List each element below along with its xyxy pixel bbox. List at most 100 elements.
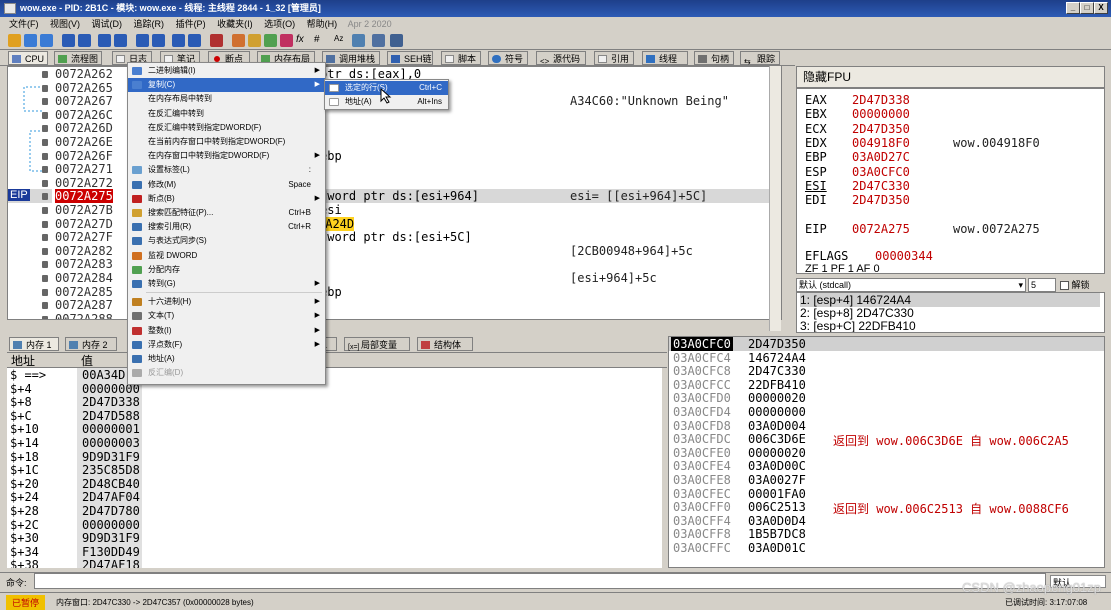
stack-value[interactable]: 03A0027F [748,473,806,487]
breakpoint-marker[interactable] [42,98,48,106]
context-menu-item[interactable]: 二进制编辑(I) ▶ [128,64,325,78]
dump-value[interactable]: 00000001 [82,422,140,436]
stack-row[interactable]: 03A0CFF8 1B5B7DC8 [669,527,1104,541]
dump-row[interactable]: $+14 00000003 [10,436,140,450]
dump-value[interactable]: 2D47D338 [82,395,140,409]
address-cell[interactable]: 0072A26D [55,121,113,135]
stack-pane[interactable]: 03A0CFC0 2D47D350 03A0CFC4 146724A4 03A0CFC8… [668,336,1105,568]
scylla-icon[interactable] [210,34,223,47]
trace-into-icon[interactable] [136,34,149,47]
unlock-checkbox[interactable]: 解锁 [1060,278,1090,292]
breakpoint-marker[interactable] [42,179,48,187]
stack-row[interactable]: 03A0CFE4 03A0D00C [669,459,1104,473]
breakpoint-marker[interactable] [42,152,48,160]
context-menu-item[interactable]: 在内存窗口中转到指定DWORD(F) ▶ [128,149,325,163]
menu-debug[interactable]: 调试(D) [92,19,123,29]
run-to-user-icon[interactable] [172,34,185,47]
patch-icon[interactable] [232,34,245,47]
trace-over-icon[interactable] [152,34,165,47]
address-cell[interactable]: 0072A265 [55,81,113,95]
dump-row[interactable]: $+1C 235C85D8 [10,463,140,477]
run-icon[interactable] [62,34,75,47]
stack-row[interactable]: 03A0CFFC 03A0D01C [669,541,1104,555]
register-row[interactable]: ESI 2D47C330 [797,179,1102,193]
register-value[interactable]: 03A0D27C [852,150,910,164]
breakpoint-marker[interactable] [42,193,48,201]
dump-value[interactable]: 2D47D588 [82,409,140,423]
stack-row[interactable]: 03A0CFF4 03A0D0D4 [669,514,1104,528]
register-row[interactable]: ECX 2D47D350 [797,122,1102,136]
comment-icon[interactable] [248,34,261,47]
tab-seh[interactable]: SEH链 [387,51,433,65]
breakpoint-marker[interactable] [42,234,48,242]
menu-trace[interactable]: 追踪(R) [134,19,165,29]
dump-row[interactable]: $+28 2D47D780 [10,504,140,518]
stack-value[interactable]: 03A0D01C [748,541,806,555]
tab-threads[interactable]: 线程 [642,51,688,65]
breakpoint-marker[interactable] [42,288,48,296]
hash-icon[interactable]: # [314,34,327,47]
menu-plugins[interactable]: 插件(P) [176,19,206,29]
instruction-text[interactable]: dword ptr ds:[esi+964] [320,189,479,203]
context-menu-item[interactable]: 搜索引用(R) Ctrl+R [128,220,325,234]
stack-value[interactable]: 006C3D6E [748,432,806,446]
stack-value[interactable]: 03A0D004 [748,419,806,433]
dump-row[interactable]: $+24 2D47AF04 [10,490,140,504]
dump-row[interactable]: $+8 2D47D338 [10,395,140,409]
dump-row[interactable]: $+C 2D47D588 [10,409,140,423]
tab-dump-1[interactable]: 内存 1 [9,337,59,351]
register-value[interactable]: 00000000 [852,107,910,121]
context-menu-item[interactable]: 分配内存 [128,263,325,277]
context-menu-item[interactable]: 在内存布局中转到 [128,92,325,106]
stack-row[interactable]: 03A0CFCC 22DFB410 [669,378,1104,392]
dump-row[interactable]: $+4 00000000 [10,382,140,396]
register-row[interactable]: EAX 2D47D338 [797,93,1102,107]
breakpoint-marker[interactable] [42,220,48,228]
stack-row[interactable]: 03A0CFC8 2D47C330 [669,364,1104,378]
dump-value[interactable]: 00000000 [82,518,140,532]
function-icon[interactable]: fx [296,34,309,47]
stack-value[interactable]: 2D47D350 [748,337,806,351]
stack-value[interactable]: 1B5B7DC8 [748,527,806,541]
address-cell[interactable]: 0072A27D [55,217,113,231]
stack-row[interactable]: 03A0CFC4 146724A4 [669,351,1104,365]
dump-value[interactable]: F130DD49 [82,545,140,559]
address-cell[interactable]: 0072A262 [55,67,113,81]
address-cell[interactable]: 0072A287 [55,298,113,312]
dump-value[interactable]: 2D47D780 [82,504,140,518]
context-menu-item[interactable]: 在反汇编中转到 [128,107,325,121]
context-menu-item[interactable]: 与表达式同步(S) [128,234,325,248]
breakpoint-marker[interactable] [42,275,48,282]
dump-row[interactable]: $+10 00000001 [10,422,140,436]
label-icon[interactable] [264,34,277,47]
tab-struct[interactable]: 结构体 [417,337,473,351]
menu-help[interactable]: 帮助(H) [307,19,338,29]
breakpoint-marker[interactable] [42,166,48,174]
dump-row[interactable]: $+2C 00000000 [10,518,140,532]
step-into-icon[interactable] [98,34,111,47]
breakpoint-marker[interactable] [42,111,48,119]
close-button[interactable]: X [1094,2,1108,14]
dump-row[interactable]: $+34 F130DD49 [10,545,140,559]
context-menu-item[interactable]: 浮点数(F) ▶ [128,338,325,352]
bookmark-icon[interactable] [280,34,293,47]
tab-script[interactable]: 脚本 [441,51,481,65]
register-value[interactable]: 00000344 [875,249,933,263]
address-cell[interactable]: 0072A27F [55,230,113,244]
stack-value[interactable]: 006C2513 [748,500,806,514]
run-to-return-icon[interactable] [188,34,201,47]
context-menu-item[interactable]: 设置标签(L): [128,163,325,177]
dump-value[interactable]: 9D9D31F9 [82,531,140,545]
dump-value[interactable]: 235C85D8 [82,463,140,477]
tab-trace[interactable]: ⇆ 跟踪 [740,51,780,66]
breakpoint-marker[interactable] [42,139,48,146]
address-cell[interactable]: 0072A26F [55,149,113,163]
dump-row[interactable]: $+20 2D48CB40 [10,477,140,491]
notes-icon[interactable] [372,34,385,47]
register-row[interactable]: EBX 00000000 [797,107,1102,121]
breakpoint-marker[interactable] [42,247,48,255]
context-menu-item[interactable]: 在当前内存窗口中转到指定DWORD(F) [128,135,325,149]
tab-graph[interactable]: 流程图 [54,51,102,65]
breakpoint-marker[interactable] [42,125,48,133]
arguments-pane[interactable]: 1: [esp+4] 146724A4 2: [esp+8] 2D47C330 … [796,292,1105,333]
